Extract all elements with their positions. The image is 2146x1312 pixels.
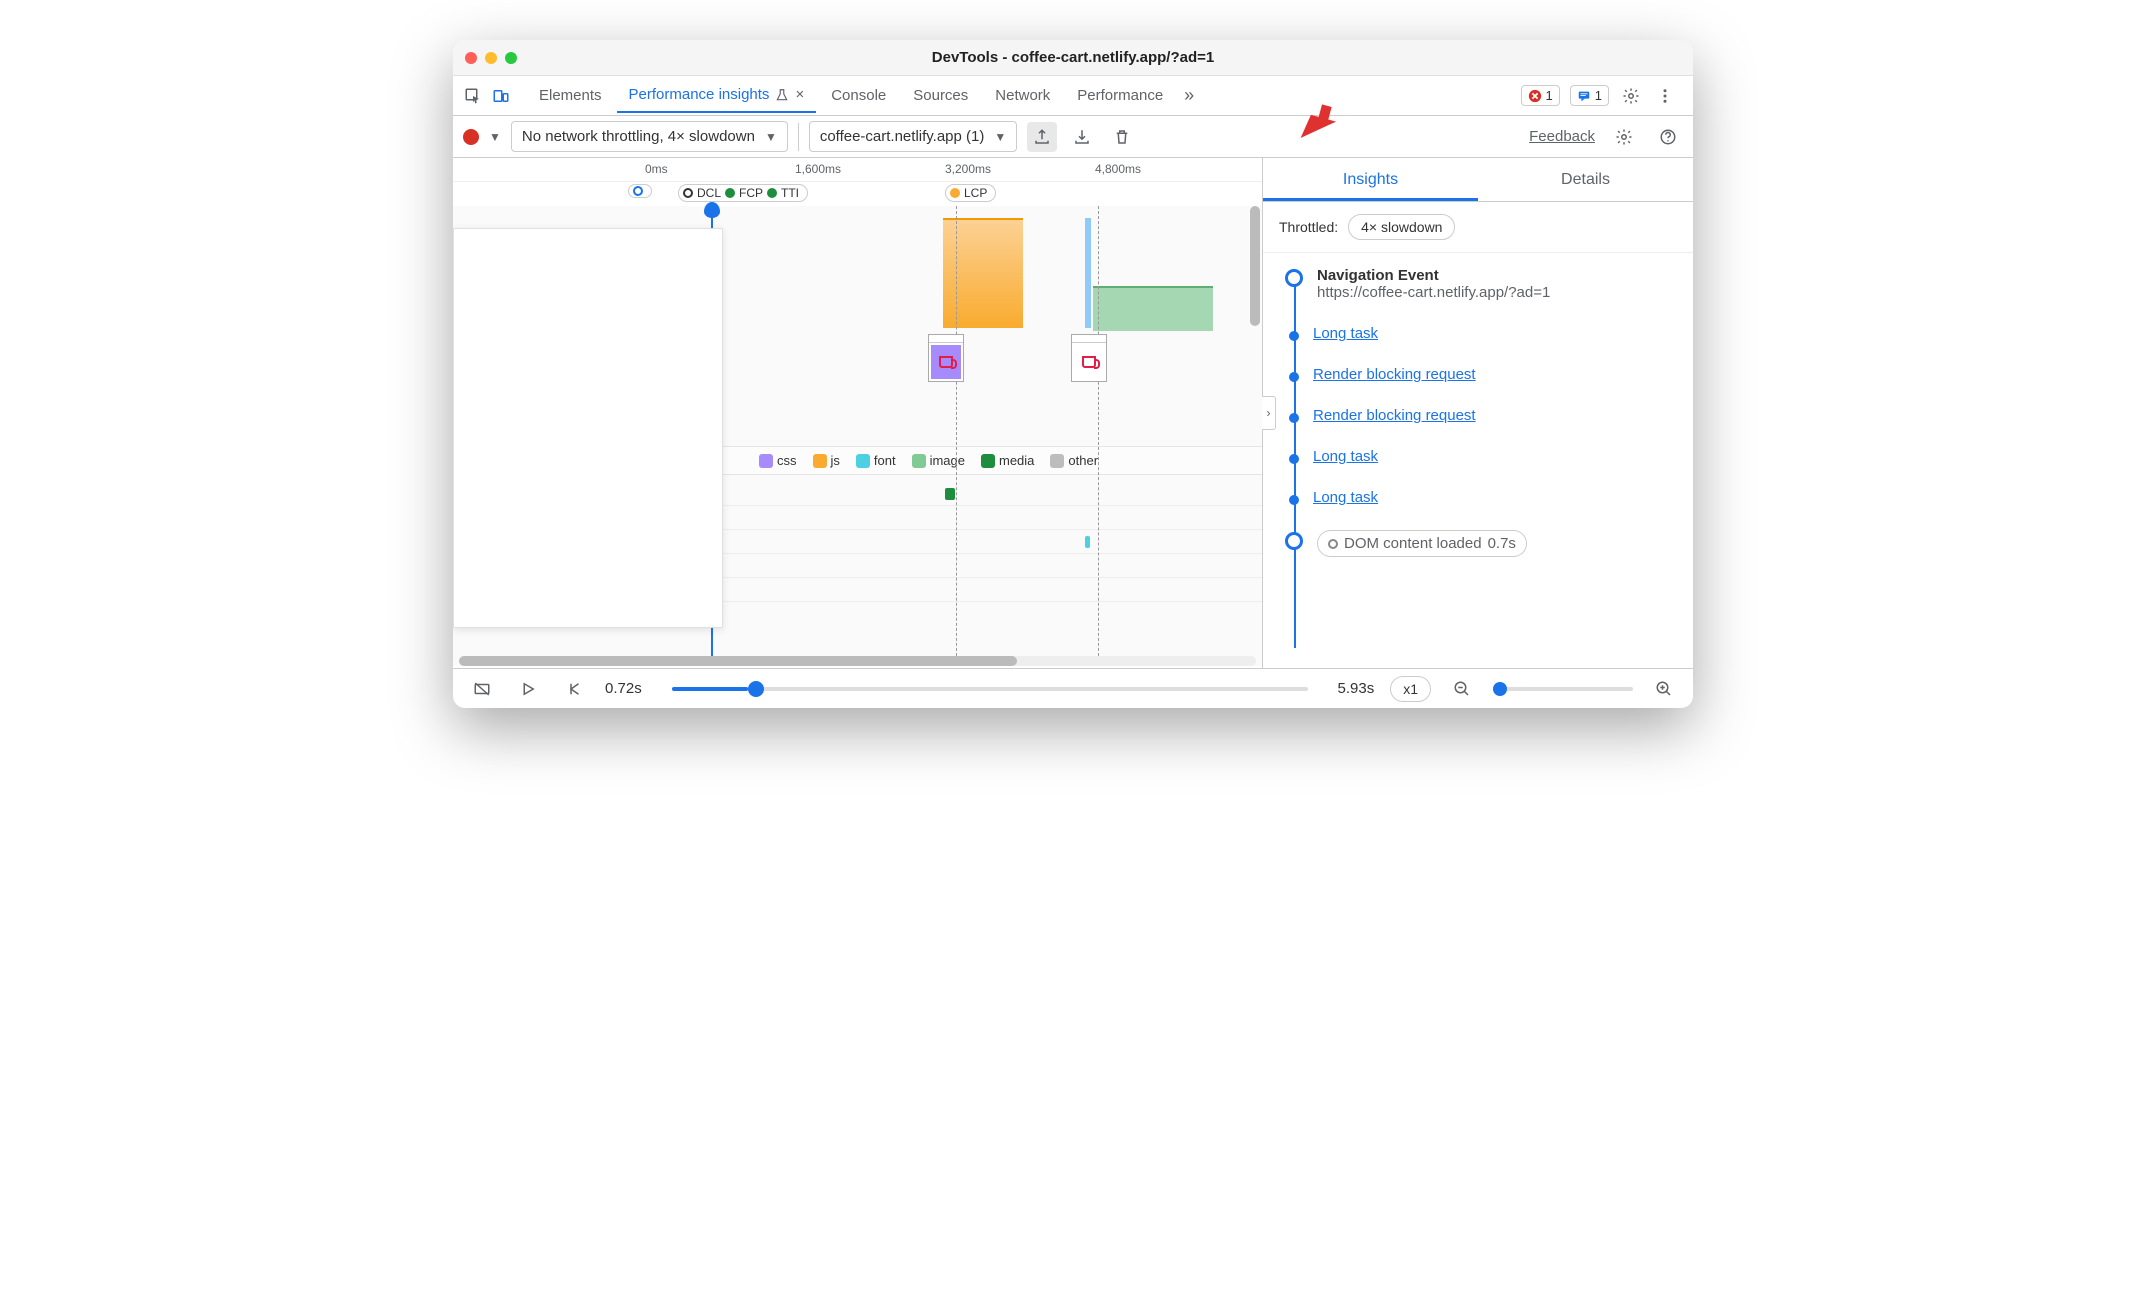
insight-item[interactable]: Render blocking request [1285, 407, 1693, 424]
zoom-out-icon[interactable] [1447, 674, 1477, 704]
play-button[interactable] [513, 674, 543, 704]
tab-sources[interactable]: Sources [901, 79, 980, 112]
insight-item[interactable]: Long task [1285, 448, 1693, 465]
throttled-row: Throttled: 4× slowdown [1263, 202, 1693, 253]
dashed-marker-line [956, 206, 957, 666]
feedback-link[interactable]: Feedback [1529, 128, 1595, 145]
insight-navigation[interactable]: Navigation Event https://coffee-cart.net… [1285, 267, 1693, 301]
help-icon[interactable] [1653, 122, 1683, 152]
playback-footer: 0.72s 5.93s x1 [453, 668, 1693, 708]
dashed-marker-line [1098, 206, 1099, 666]
tab-performance-insights[interactable]: Performance insights × [617, 78, 817, 113]
insights-list[interactable]: Navigation Event https://coffee-cart.net… [1263, 253, 1693, 668]
chevron-down-icon: ▼ [994, 130, 1006, 144]
markers-row: DCL FCP TTI LCP [453, 182, 1262, 206]
more-tabs-icon[interactable]: » [1178, 85, 1200, 106]
circle-icon [1328, 539, 1338, 549]
request-segment[interactable] [945, 488, 955, 500]
time-ruler: 0ms 1,600ms 3,200ms 4,800ms [453, 158, 1262, 182]
close-window-icon[interactable] [465, 52, 477, 64]
recording-select[interactable]: coffee-cart.netlify.app (1) ▼ [809, 121, 1017, 152]
tab-network[interactable]: Network [983, 79, 1062, 112]
request-segment[interactable] [1085, 536, 1090, 548]
content-area: 0ms 1,600ms 3,200ms 4,800ms DCL FCP TTI [453, 158, 1693, 668]
messages-badge[interactable]: 1 [1570, 85, 1609, 106]
divider [798, 123, 799, 151]
tab-insights[interactable]: Insights [1263, 158, 1478, 201]
close-tab-icon[interactable]: × [795, 86, 804, 103]
main-tab-bar: Elements Performance insights × Console … [453, 76, 1693, 116]
chevron-down-icon: ▼ [765, 130, 777, 144]
window-title: DevTools - coffee-cart.netlify.app/?ad=1 [932, 49, 1214, 66]
insights-tabs: Insights Details [1263, 158, 1693, 202]
tab-console[interactable]: Console [819, 79, 898, 112]
record-button[interactable] [463, 129, 479, 145]
devtools-window: DevTools - coffee-cart.netlify.app/?ad=1… [453, 40, 1693, 708]
playback-end-time: 5.93s [1338, 680, 1375, 697]
insight-item[interactable]: Long task [1285, 325, 1693, 342]
perf-toolbar: ▼ No network throttling, 4× slowdown ▼ c… [453, 116, 1693, 158]
settings-icon[interactable] [1619, 84, 1643, 108]
minimize-window-icon[interactable] [485, 52, 497, 64]
task-block-green[interactable] [1093, 286, 1213, 331]
speed-chip[interactable]: x1 [1390, 676, 1431, 702]
zoom-slider[interactable] [1493, 687, 1633, 691]
throttled-chip[interactable]: 4× slowdown [1348, 214, 1455, 240]
throttling-select[interactable]: No network throttling, 4× slowdown ▼ [511, 121, 788, 152]
insight-item[interactable]: Render blocking request [1285, 366, 1693, 383]
zoom-in-icon[interactable] [1649, 674, 1679, 704]
errors-badge[interactable]: 1 [1521, 85, 1560, 106]
time-slider[interactable] [672, 687, 1308, 691]
panel-settings-icon[interactable] [1609, 122, 1639, 152]
maximize-window-icon[interactable] [505, 52, 517, 64]
insight-item[interactable]: Long task [1285, 489, 1693, 506]
export-button[interactable] [1027, 122, 1057, 152]
insights-panel: › Insights Details Throttled: 4× slowdow… [1263, 158, 1693, 668]
tab-elements[interactable]: Elements [527, 79, 614, 112]
tab-details[interactable]: Details [1478, 158, 1693, 201]
screenshot-thumbnail[interactable] [1071, 334, 1107, 382]
inspect-element-icon[interactable] [461, 84, 485, 108]
playback-start-time: 0.72s [605, 680, 642, 697]
traffic-lights [465, 52, 517, 64]
import-button[interactable] [1067, 122, 1097, 152]
disable-screenshots-icon[interactable] [467, 674, 497, 704]
insight-dom-loaded[interactable]: DOM content loaded 0.7s [1285, 530, 1693, 557]
tab-performance[interactable]: Performance [1065, 79, 1175, 112]
vertical-scrollbar[interactable] [1250, 206, 1260, 326]
delete-button[interactable] [1107, 122, 1137, 152]
titlebar: DevTools - coffee-cart.netlify.app/?ad=1 [453, 40, 1693, 76]
preview-panel [453, 228, 723, 628]
kebab-menu-icon[interactable] [1653, 84, 1677, 108]
flask-icon [775, 88, 789, 102]
marker-misc[interactable] [628, 184, 652, 198]
playhead-handle-icon[interactable] [704, 202, 720, 218]
record-dropdown-icon[interactable]: ▼ [489, 130, 501, 144]
task-block-orange[interactable] [943, 218, 1023, 328]
throttled-label: Throttled: [1279, 219, 1338, 235]
task-block-blue[interactable] [1085, 218, 1091, 328]
timeline-panel[interactable]: 0ms 1,600ms 3,200ms 4,800ms DCL FCP TTI [453, 158, 1263, 668]
marker-lcp[interactable]: LCP [945, 184, 996, 202]
marker-dcl[interactable]: DCL FCP TTI [678, 184, 808, 202]
device-toolbar-icon[interactable] [489, 84, 513, 108]
horizontal-scrollbar[interactable] [459, 656, 1256, 666]
screenshot-thumbnail[interactable] [928, 334, 964, 382]
restart-button[interactable] [559, 674, 589, 704]
